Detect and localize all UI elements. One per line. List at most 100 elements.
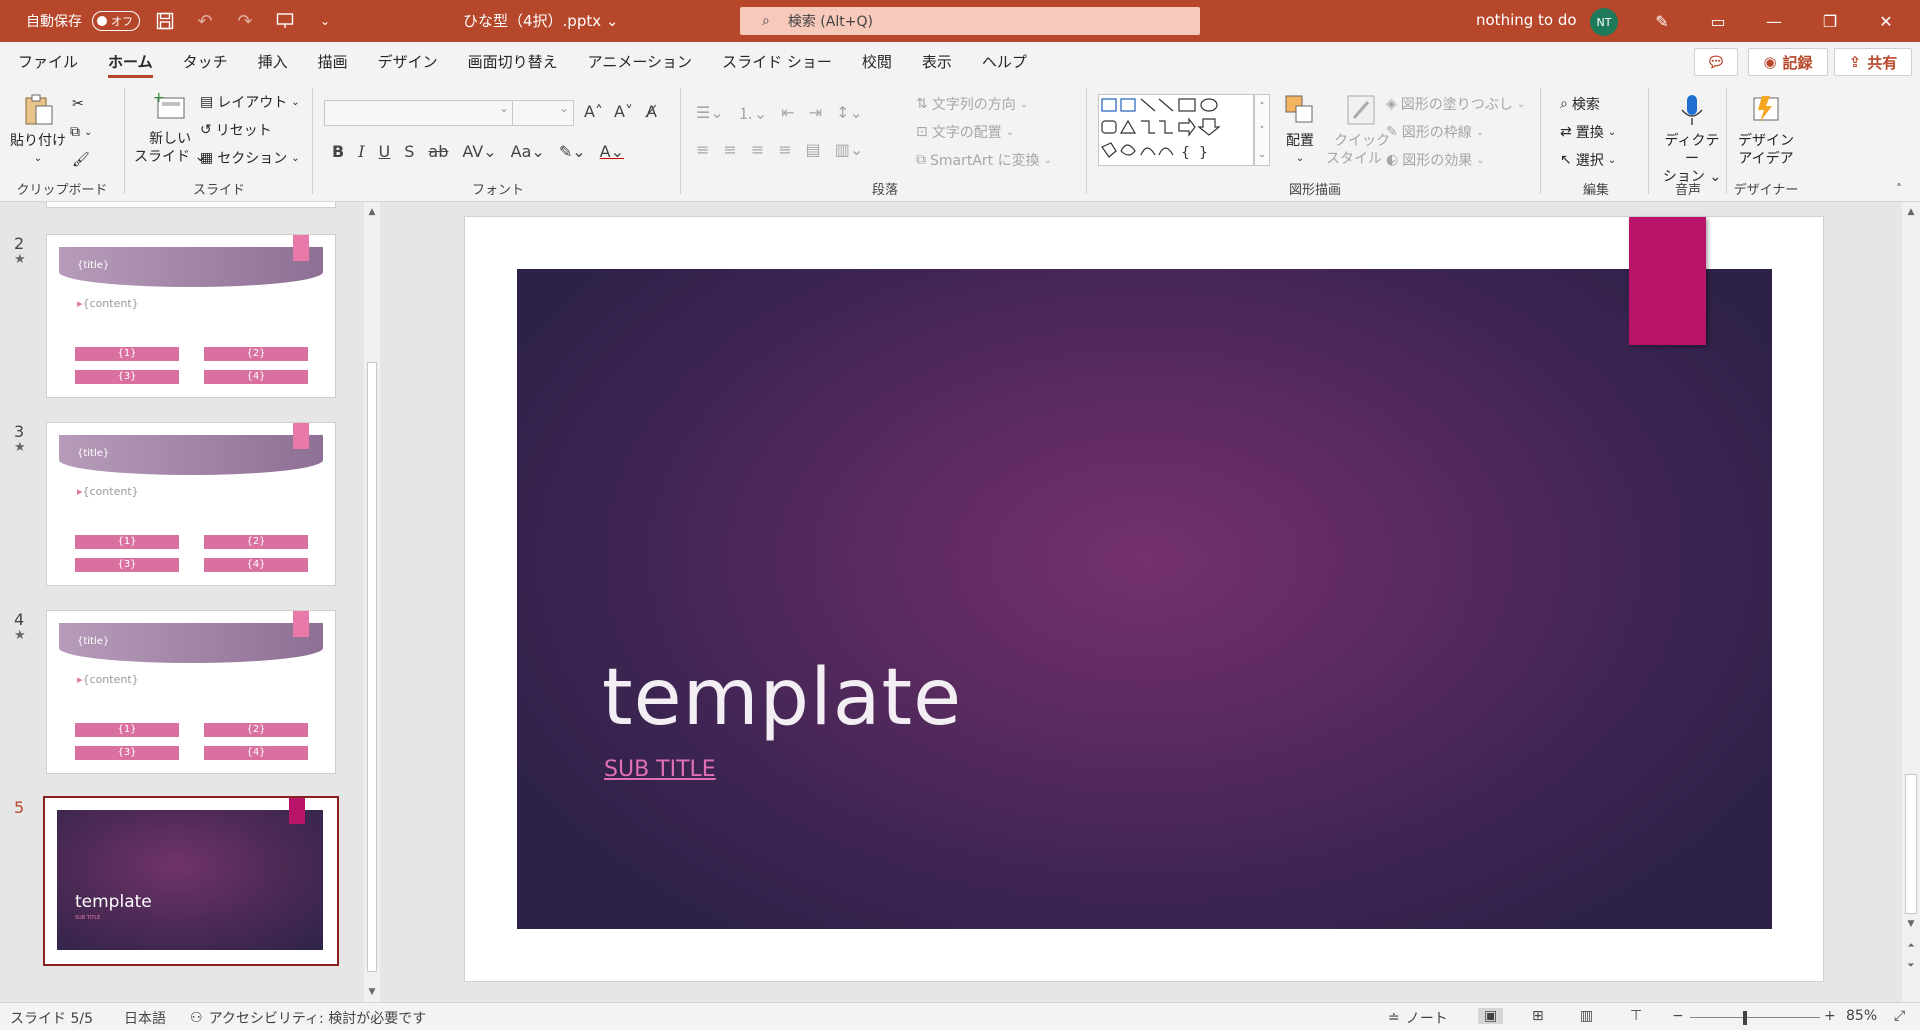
section-button[interactable]: ▦ セクション ⌄ bbox=[200, 148, 300, 168]
clear-format-icon[interactable]: A̸ bbox=[646, 102, 657, 121]
previous-slide-icon[interactable]: ⏶ bbox=[1903, 938, 1919, 954]
restore-icon[interactable]: ❐ bbox=[1810, 6, 1850, 36]
next-slide-icon[interactable]: ⏷ bbox=[1903, 958, 1919, 974]
bookmark-shape[interactable] bbox=[1629, 217, 1706, 345]
select-button[interactable]: ↖ 選択 ⌄ bbox=[1560, 150, 1616, 170]
columns-icon[interactable]: ▥⌄ bbox=[835, 140, 864, 159]
customize-qat-icon[interactable]: ⌄ bbox=[310, 6, 340, 36]
tab-touch[interactable]: タッチ bbox=[168, 42, 243, 80]
dictate-button[interactable]: ディクテー ション ⌄ bbox=[1658, 92, 1726, 186]
tab-animations[interactable]: アニメーション bbox=[573, 42, 707, 80]
decrease-font-icon[interactable]: A˅ bbox=[614, 102, 633, 121]
slide-canvas[interactable]: template SUB TITLE bbox=[464, 216, 1824, 982]
reading-view-icon[interactable]: ▥ bbox=[1580, 1008, 1593, 1024]
design-ideas-button[interactable]: デザイン アイデア bbox=[1738, 92, 1794, 168]
slideshow-icon[interactable]: ⊤ bbox=[1630, 1008, 1642, 1024]
thumbnail-scrollbar[interactable]: ▲ ▼ bbox=[364, 202, 380, 1002]
gallery-scroll[interactable]: ˄ ˅ ⌄ bbox=[1254, 94, 1270, 166]
shape-fill-button[interactable]: ◈ 図形の塗りつぶし ⌄ bbox=[1386, 94, 1525, 114]
undo-icon[interactable]: ↶ bbox=[190, 6, 220, 36]
accessibility-button[interactable]: ⚇ アクセシビリティ: 検討が必要です bbox=[190, 1008, 426, 1028]
language-indicator[interactable]: 日本語 bbox=[124, 1008, 166, 1028]
underline-icon[interactable]: U bbox=[379, 142, 391, 161]
line-spacing-icon[interactable]: ↕⌄ bbox=[836, 103, 863, 122]
slide-sorter-icon[interactable]: ⊞ bbox=[1532, 1008, 1544, 1024]
tab-home[interactable]: ホーム bbox=[93, 42, 168, 80]
scroll-down-icon[interactable]: ▼ bbox=[1903, 916, 1919, 932]
zoom-out-icon[interactable]: − bbox=[1672, 1008, 1684, 1024]
scroll-up-icon[interactable]: ▲ bbox=[364, 204, 380, 220]
notes-button[interactable]: ≐ ノート bbox=[1388, 1008, 1448, 1028]
align-text-button[interactable]: ⊡ 文字の配置 ⌄ bbox=[916, 122, 1014, 142]
avatar[interactable]: NT bbox=[1590, 8, 1618, 36]
font-family-select[interactable] bbox=[324, 100, 514, 126]
zoom-slider-thumb[interactable] bbox=[1743, 1011, 1747, 1025]
tab-help[interactable]: ヘルプ bbox=[967, 42, 1042, 80]
align-right-icon[interactable]: ≡ bbox=[751, 140, 764, 159]
bullets-icon[interactable]: ☰⌄ bbox=[696, 103, 724, 122]
slide-subtitle[interactable]: SUB TITLE bbox=[604, 757, 716, 782]
slide-thumbnail-3[interactable]: {title} ▸{content} {1} {2} {3} {4} bbox=[46, 422, 336, 586]
bold-icon[interactable]: B bbox=[332, 142, 344, 161]
shadow-icon[interactable]: S bbox=[404, 142, 414, 161]
find-button[interactable]: ⌕ 検索 bbox=[1560, 94, 1600, 114]
decrease-indent-icon[interactable]: ⇤ bbox=[781, 103, 794, 122]
tab-slideshow[interactable]: スライド ショー bbox=[707, 42, 847, 80]
editor-scrollbar[interactable]: ▲ ▼ ⏶ ⏷ bbox=[1902, 202, 1920, 1002]
distributed-icon[interactable]: ▤ bbox=[806, 140, 821, 159]
fit-to-window-icon[interactable]: ⤢ bbox=[1894, 1008, 1905, 1024]
tab-transitions[interactable]: 画面切り替え bbox=[453, 42, 573, 80]
document-title[interactable]: ひな型（4択）.pptx ⌄ bbox=[463, 10, 618, 31]
slide-1-thumbnail-edge[interactable] bbox=[46, 202, 336, 208]
normal-view-icon[interactable]: ▣ bbox=[1478, 1008, 1504, 1024]
increase-font-icon[interactable]: A˄ bbox=[584, 102, 603, 121]
reset-button[interactable]: ↺ リセット bbox=[200, 120, 272, 140]
font-size-select[interactable] bbox=[512, 100, 574, 126]
zoom-level[interactable]: 85% bbox=[1846, 1008, 1877, 1024]
scroll-thumb[interactable] bbox=[1905, 774, 1917, 914]
slide-title[interactable]: template bbox=[602, 653, 962, 743]
shapes-gallery[interactable]: {} bbox=[1098, 94, 1254, 166]
close-icon[interactable]: ✕ bbox=[1866, 6, 1906, 36]
tab-file[interactable]: ファイル bbox=[3, 42, 93, 80]
shape-outline-button[interactable]: ✎ 図形の枠線 ⌄ bbox=[1386, 122, 1484, 142]
arrange-button[interactable]: 配置 ⌄ bbox=[1282, 92, 1318, 168]
present-icon[interactable] bbox=[270, 6, 300, 36]
record-button[interactable]: ◉ 記録 bbox=[1748, 48, 1828, 76]
format-painter-icon[interactable]: 🖌︎ bbox=[72, 152, 90, 168]
smartart-button[interactable]: ⧉ SmartArt に変換 ⌄ bbox=[916, 150, 1052, 170]
align-center-icon[interactable]: ≡ bbox=[723, 140, 736, 159]
tab-insert[interactable]: 挿入 bbox=[243, 42, 303, 80]
minimize-icon[interactable]: — bbox=[1754, 6, 1794, 36]
text-direction-button[interactable]: ⇅ 文字列の方向 ⌄ bbox=[916, 94, 1028, 114]
paste-button[interactable]: 貼り付け ⌄ bbox=[10, 92, 66, 168]
italic-icon[interactable]: I bbox=[358, 142, 364, 161]
increase-indent-icon[interactable]: ⇥ bbox=[809, 103, 822, 122]
tab-design[interactable]: デザイン bbox=[363, 42, 453, 80]
comments-button[interactable]: 💬︎ bbox=[1694, 48, 1738, 76]
tab-review[interactable]: 校閲 bbox=[847, 42, 907, 80]
slide-thumbnail-5[interactable]: template SUB TITLE bbox=[43, 796, 339, 966]
slide-thumbnail-4[interactable]: {title} ▸{content} {1} {2} {3} {4} bbox=[46, 610, 336, 774]
font-color-icon[interactable]: A⌄ bbox=[600, 142, 624, 161]
align-left-icon[interactable]: ≡ bbox=[696, 140, 709, 159]
slide-thumbnail-2[interactable]: {title} ▸{content} {1} {2} {3} {4} bbox=[46, 234, 336, 398]
strikethrough-icon[interactable]: ab bbox=[428, 142, 448, 161]
change-case-icon[interactable]: Aa⌄ bbox=[511, 142, 545, 161]
copy-icon[interactable]: ⧉ ⌄ bbox=[70, 124, 92, 140]
highlight-icon[interactable]: ✎⌄ bbox=[559, 142, 586, 161]
numbering-icon[interactable]: ⒈⌄ bbox=[738, 100, 767, 124]
char-spacing-icon[interactable]: AV⌄ bbox=[462, 142, 496, 161]
scroll-up-icon[interactable]: ▲ bbox=[1903, 204, 1919, 220]
zoom-in-icon[interactable]: + bbox=[1824, 1008, 1836, 1024]
ribbon-display-icon[interactable]: ▭ bbox=[1698, 6, 1738, 36]
shape-effect-button[interactable]: ◐ 図形の効果 ⌄ bbox=[1386, 150, 1485, 170]
pen-icon[interactable]: ✎ bbox=[1642, 6, 1682, 36]
replace-button[interactable]: ⇄ 置換 ⌄ bbox=[1560, 122, 1616, 142]
share-button[interactable]: ⇪ 共有 bbox=[1834, 48, 1912, 76]
cut-icon[interactable]: ✂ bbox=[72, 96, 84, 112]
autosave-toggle[interactable]: オフ bbox=[92, 11, 140, 31]
redo-icon[interactable]: ↷ bbox=[230, 6, 260, 36]
tab-view[interactable]: 表示 bbox=[907, 42, 967, 80]
scroll-thumb[interactable] bbox=[367, 362, 377, 972]
